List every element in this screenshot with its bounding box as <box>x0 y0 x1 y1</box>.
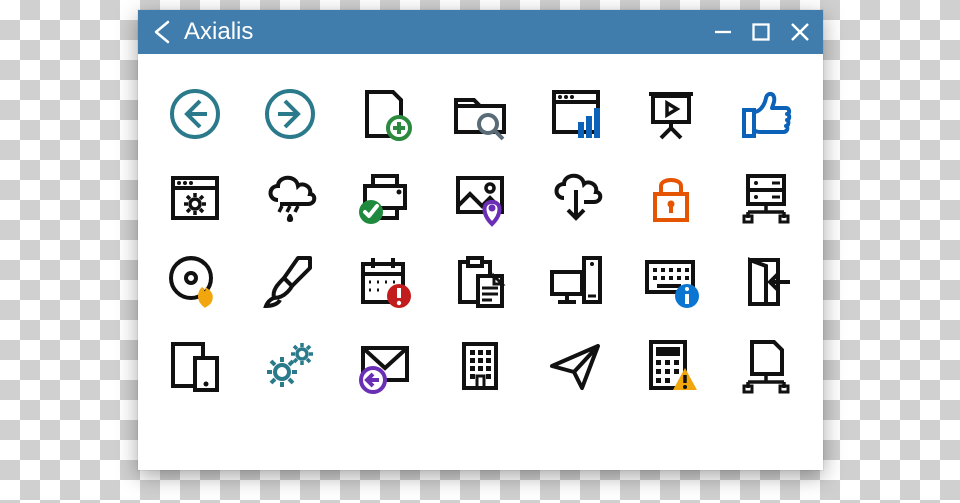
maximize-button[interactable] <box>751 22 771 42</box>
arrow-back-circle-icon[interactable] <box>167 86 223 142</box>
folder-search-icon[interactable] <box>452 86 508 142</box>
minimize-button[interactable] <box>713 22 733 42</box>
gears-icon[interactable] <box>262 338 318 394</box>
office-building-icon[interactable] <box>452 338 508 394</box>
devices-icon[interactable] <box>167 338 223 394</box>
file-network-icon[interactable] <box>738 338 794 394</box>
enter-door-icon[interactable] <box>738 254 794 310</box>
app-window: Axialis <box>138 10 823 470</box>
calculator-warning-icon[interactable] <box>643 338 699 394</box>
window-controls <box>713 21 811 43</box>
printer-check-icon[interactable] <box>357 170 413 226</box>
rain-cloud-icon[interactable] <box>262 170 318 226</box>
presentation-play-icon[interactable] <box>643 86 699 142</box>
icon-grid <box>138 54 823 412</box>
calendar-alert-icon[interactable] <box>357 254 413 310</box>
server-network-icon[interactable] <box>738 170 794 226</box>
title-bar: Axialis <box>138 10 823 54</box>
image-pin-icon[interactable] <box>452 170 508 226</box>
keyboard-info-icon[interactable] <box>643 254 699 310</box>
close-button[interactable] <box>789 21 811 43</box>
clipboard-paste-icon[interactable] <box>452 254 508 310</box>
settings-window-icon[interactable] <box>167 170 223 226</box>
thumbs-up-icon[interactable] <box>738 86 794 142</box>
computer-desktop-icon[interactable] <box>548 254 604 310</box>
paint-brush-icon[interactable] <box>262 254 318 310</box>
mail-reply-icon[interactable] <box>357 338 413 394</box>
window-bar-chart-icon[interactable] <box>548 86 604 142</box>
arrow-forward-circle-icon[interactable] <box>262 86 318 142</box>
paper-plane-send-icon[interactable] <box>548 338 604 394</box>
window-title: Axialis <box>184 18 713 46</box>
disc-burn-icon[interactable] <box>167 254 223 310</box>
lock-icon[interactable] <box>643 170 699 226</box>
back-arrow-icon <box>156 22 168 42</box>
back-button[interactable] <box>148 17 184 47</box>
cloud-download-icon[interactable] <box>548 170 604 226</box>
new-file-add-icon[interactable] <box>357 86 413 142</box>
